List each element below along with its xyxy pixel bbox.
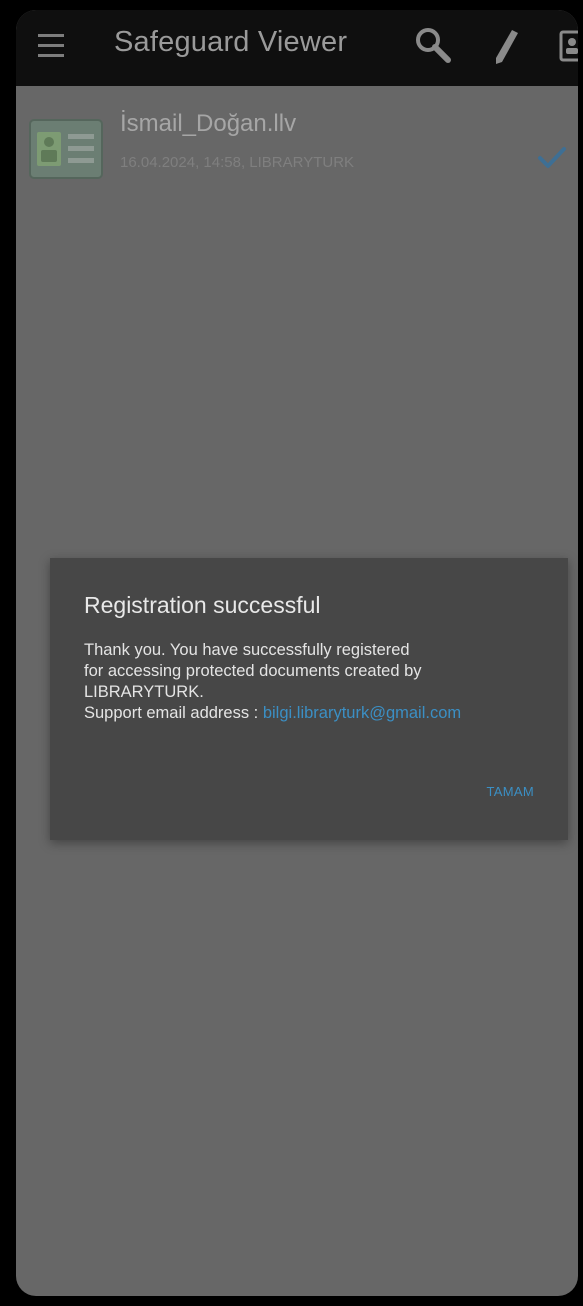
contact-card-icon[interactable] — [558, 26, 578, 66]
device-frame: Safeguard Viewer İsmail_Doğan.llv 16.04.… — [0, 0, 583, 1306]
menu-icon[interactable] — [38, 34, 68, 60]
dialog-message-line: for accessing protected documents create… — [84, 662, 422, 680]
file-meta: 16.04.2024, 14:58, LIBRARYTURK — [120, 154, 355, 171]
app-screen: Safeguard Viewer İsmail_Doğan.llv 16.04.… — [16, 10, 578, 1296]
app-bar: Safeguard Viewer — [16, 10, 578, 86]
dialog-message: Thank you. You have successfully registe… — [84, 640, 544, 724]
support-email-line: Support email address : bilgi.librarytur… — [84, 703, 544, 724]
checkmark-icon — [536, 144, 568, 172]
ok-button[interactable]: TAMAM — [487, 784, 534, 799]
file-name: İsmail_Doğan.llv — [120, 110, 297, 137]
dialog-message-line: Thank you. You have successfully registe… — [84, 641, 410, 659]
pencil-icon[interactable] — [490, 26, 522, 66]
dialog-message-line: LIBRARYTURK. — [84, 683, 204, 701]
search-icon[interactable] — [414, 26, 454, 66]
file-list-item[interactable]: İsmail_Doğan.llv 16.04.2024, 14:58, LIBR… — [16, 100, 578, 200]
id-card-icon — [28, 118, 104, 182]
registration-dialog: Registration successful Thank you. You h… — [50, 558, 568, 840]
support-email-link[interactable]: bilgi.libraryturk@gmail.com — [263, 704, 461, 722]
support-email-label: Support email address : — [84, 704, 263, 722]
app-title: Safeguard Viewer — [114, 26, 348, 58]
dialog-title: Registration successful — [84, 592, 321, 618]
